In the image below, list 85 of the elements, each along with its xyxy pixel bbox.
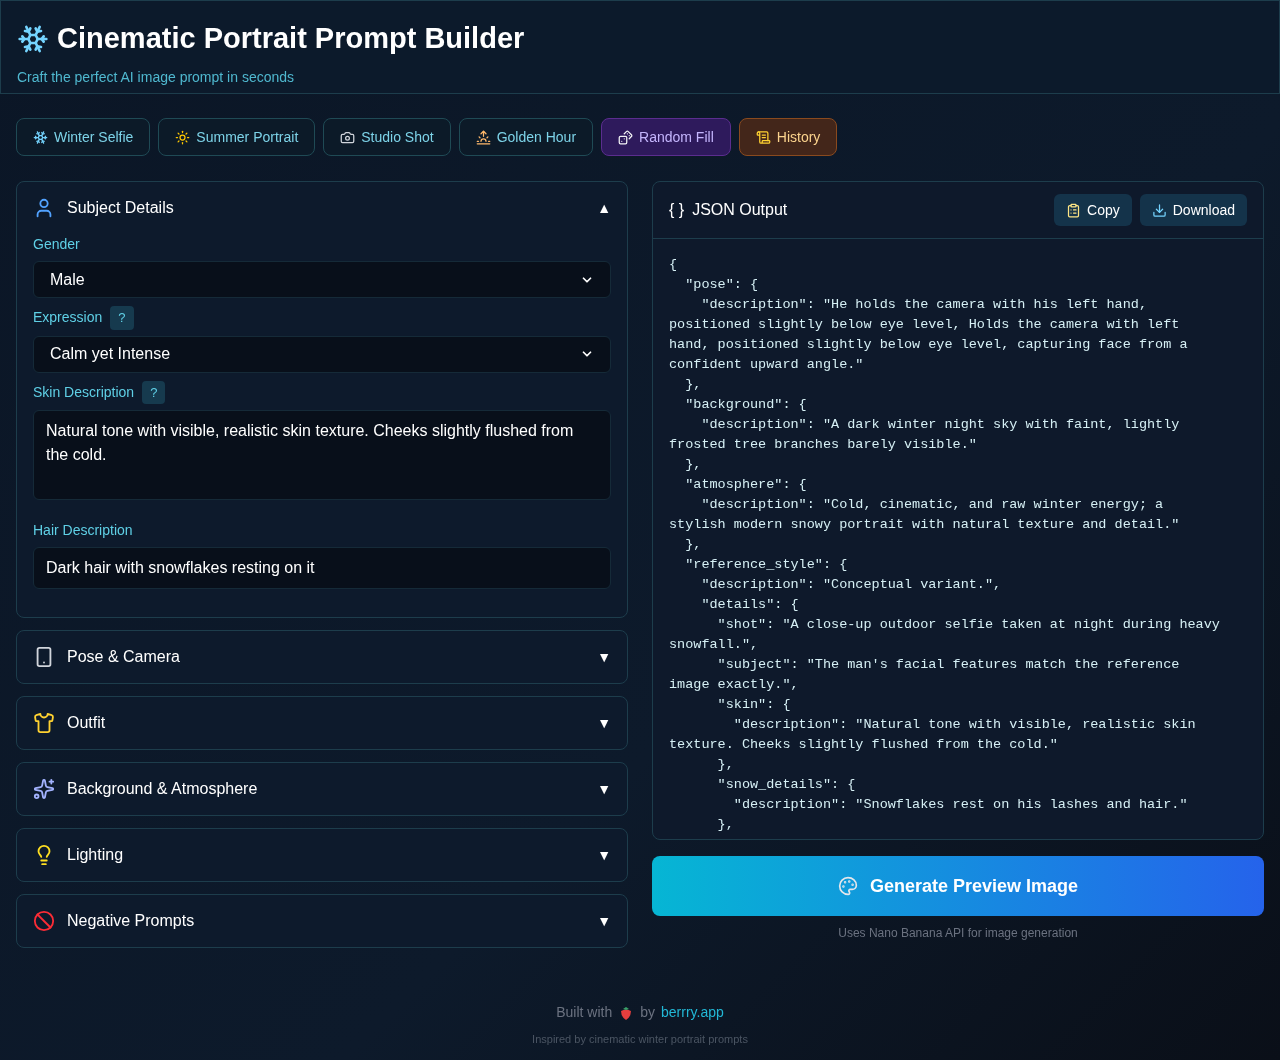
- code-line: "description": "Natural tone with visible, realistic skin: [732, 716, 1196, 734]
- preset-button[interactable]: History: [738, 118, 838, 156]
- snowflake-icon: [33, 129, 48, 145]
- accordion-header[interactable]: Subject Details ▲: [17, 182, 627, 234]
- code-line: },: [684, 376, 702, 394]
- code-line: frosted tree branches barely visible.": [669, 436, 977, 454]
- code-line: "description": "Conceptual variant.",: [700, 576, 1002, 594]
- section-title: Background & Atmosphere: [67, 779, 259, 799]
- app-subtitle: Craft the perfect AI image prompt in seconds: [17, 67, 296, 87]
- code-line: {: [669, 256, 678, 274]
- text-area[interactable]: Natural tone with visible, realistic skin texture. Cheeks slightly flushed from the cold.: [33, 410, 611, 500]
- camera-icon: [340, 129, 356, 145]
- code-line: positioned slightly below eye level, Holds the camera with left: [669, 316, 1180, 334]
- code-line: "description": "He holds the camera with his left hand,: [700, 296, 1147, 314]
- select-field[interactable]: Male: [33, 261, 611, 298]
- preset-button[interactable]: Summer Portrait: [158, 118, 316, 156]
- code-line: "reference_style": {: [684, 556, 848, 574]
- section-title: Outfit: [67, 713, 107, 733]
- code-line: "description": "A dark winter night sky with faint, lightly: [700, 416, 1180, 434]
- toggle-arrow: ▼: [597, 845, 611, 865]
- code-line: stylish modern snowy portrait with natural texture and detail.": [669, 516, 1180, 534]
- code-line: "description": "Cold, cinematic, and raw winter energy; a: [700, 496, 1164, 514]
- footer-text: Built with: [556, 1003, 613, 1022]
- section-title: Pose & Camera: [67, 647, 181, 667]
- toggle-arrow: ▼: [597, 779, 611, 799]
- code-line: texture. Cheeks slightly flushed from the cold.": [669, 736, 1058, 754]
- help-badge[interactable]: ?: [142, 380, 166, 404]
- field-label: Skin Description: [33, 382, 135, 402]
- code-line: "snow_details": {: [716, 776, 856, 794]
- code-line: },: [684, 536, 702, 554]
- clipboard-icon: [1066, 202, 1082, 218]
- toggle-arrow: ▼: [597, 647, 611, 667]
- code-line: },: [684, 456, 702, 474]
- footer-text: by: [640, 1003, 655, 1022]
- field-label: Expression: [33, 308, 103, 328]
- help-badge[interactable]: ?: [110, 306, 134, 330]
- action-button[interactable]: Download: [1139, 194, 1247, 226]
- section-title: Negative Prompts: [67, 911, 196, 931]
- accordion-header[interactable]: Pose & Camera ▼: [17, 631, 627, 683]
- code-line: "background": {: [684, 396, 807, 414]
- section-title: Subject Details: [67, 198, 175, 218]
- code-line: "skin": {: [716, 696, 791, 714]
- preset-button[interactable]: Golden Hour: [458, 118, 594, 156]
- palette-icon: [837, 876, 858, 896]
- code-line: "shot": "A close-up outdoor selfie taken at night during heavy: [716, 616, 1220, 634]
- code-line: confident upward angle.": [669, 356, 864, 374]
- preset-button[interactable]: Studio Shot: [323, 118, 451, 156]
- prohibited-icon: [33, 910, 55, 932]
- preset-button[interactable]: Winter Selfie: [16, 118, 151, 156]
- code-line: "description": "Snowflakes rest on his lashes and hair.": [732, 796, 1188, 814]
- code-line: },: [716, 756, 734, 774]
- sun-icon: [175, 129, 191, 145]
- download-icon: [1151, 202, 1167, 218]
- scroll-icon: [755, 129, 771, 145]
- field-label: Gender: [33, 235, 80, 254]
- app-title: Cinematic Portrait Prompt Builder: [57, 21, 525, 56]
- section-title: Lighting: [67, 845, 125, 865]
- toggle-arrow: ▼: [597, 911, 611, 931]
- code-line: },: [716, 816, 734, 834]
- accordion-header[interactable]: Negative Prompts ▼: [17, 895, 627, 947]
- accordion-header[interactable]: Background & Atmosphere ▼: [17, 763, 627, 815]
- input-field[interactable]: Dark hair with snowflakes resting on it: [33, 547, 611, 589]
- footer-link[interactable]: berrry.app: [661, 1002, 724, 1023]
- select-field[interactable]: Calm yet Intense: [33, 335, 611, 373]
- code-line: snowfall.",: [669, 636, 759, 654]
- braces-glyph: { }: [669, 200, 685, 220]
- accordion-header[interactable]: Lighting ▼: [17, 829, 627, 881]
- code-line: "subject": "The man's facial features match the reference: [716, 656, 1180, 674]
- field-label: Hair Description: [33, 521, 133, 540]
- code-line: "atmosphere": {: [684, 476, 807, 494]
- code-line: "pose": {: [684, 276, 759, 294]
- sunrise-icon: [475, 129, 491, 145]
- code-line: image exactly.",: [669, 676, 799, 694]
- code-line: "details": {: [700, 596, 799, 614]
- toggle-arrow: ▼: [597, 713, 611, 733]
- accordion-header[interactable]: Outfit ▼: [17, 697, 627, 749]
- panel-title: JSON Output: [692, 200, 789, 220]
- footer-note: Inspired by cinematic winter portrait prompts: [532, 1032, 748, 1047]
- dice-icon: [618, 129, 634, 145]
- action-button[interactable]: Copy: [1054, 194, 1132, 226]
- toggle-arrow: ▲: [597, 198, 611, 218]
- generate-note: Uses Nano Banana API for image generation: [837, 925, 1079, 942]
- code-line: hand, positioned slightly below eye level, capturing face from a: [669, 336, 1188, 354]
- generate-button[interactable]: Generate Preview Image: [652, 856, 1264, 916]
- preset-button[interactable]: Random Fill: [601, 118, 731, 156]
